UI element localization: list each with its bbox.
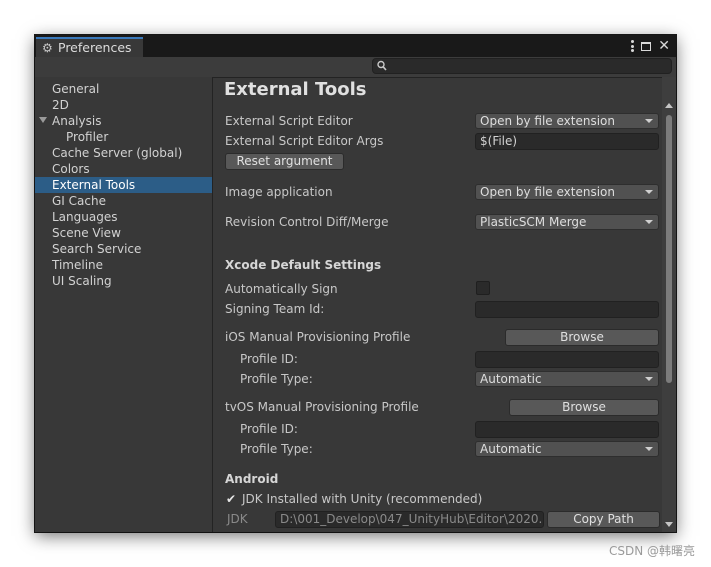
dropdown-value: Automatic — [480, 372, 542, 386]
toolbar — [35, 57, 676, 78]
sidebar-item-timeline[interactable]: Timeline — [35, 257, 212, 273]
jdk-installed-checkbox[interactable]: ✔ — [224, 492, 238, 506]
reset-argument-button[interactable]: Reset argument — [225, 153, 344, 170]
maximize-icon[interactable] — [641, 41, 652, 51]
sidebar-item-search-service[interactable]: Search Service — [35, 241, 212, 257]
chevron-down-icon — [645, 220, 653, 224]
image-application-label: Image application — [225, 185, 333, 199]
android-heading: Android — [225, 472, 279, 486]
automatically-sign-label: Automatically Sign — [225, 282, 338, 296]
external-script-editor-args-label: External Script Editor Args — [225, 134, 384, 148]
window-controls: ✕ — [631, 38, 670, 54]
signing-team-id-field[interactable] — [475, 301, 659, 318]
signing-team-id-label: Signing Team Id: — [225, 302, 325, 316]
external-script-editor-dropdown[interactable]: Open by file extension — [475, 113, 659, 129]
close-icon[interactable]: ✕ — [658, 39, 670, 53]
revision-control-dropdown[interactable]: PlasticSCM Merge — [475, 214, 659, 230]
jdk-label: JDK — [227, 512, 248, 526]
copy-path-button[interactable]: Copy Path — [547, 511, 660, 528]
dropdown-value: Open by file extension — [480, 114, 615, 128]
search-icon — [377, 60, 387, 71]
image-application-dropdown[interactable]: Open by file extension — [475, 184, 659, 200]
automatically-sign-checkbox[interactable] — [476, 281, 490, 295]
sidebar-item-ui-scaling[interactable]: UI Scaling — [35, 273, 212, 289]
sidebar: General 2D Analysis Profiler Cache Serve… — [35, 77, 213, 532]
sidebar-item-analysis[interactable]: Analysis — [35, 113, 212, 129]
chevron-down-icon — [645, 447, 653, 451]
ios-provisioning-label: iOS Manual Provisioning Profile — [225, 330, 411, 344]
revision-control-label: Revision Control Diff/Merge — [225, 215, 389, 229]
scroll-down-arrow-icon[interactable] — [665, 522, 673, 527]
ios-profile-type-dropdown[interactable]: Automatic — [475, 371, 659, 387]
ios-browse-button[interactable]: Browse — [505, 329, 659, 346]
ios-profile-type-label: Profile Type: — [240, 372, 313, 386]
sidebar-item-2d[interactable]: 2D — [35, 97, 212, 113]
external-script-editor-args-field[interactable]: $(File) — [475, 133, 659, 150]
dropdown-value: Open by file extension — [480, 185, 615, 199]
preferences-window: ⚙ Preferences ✕ General 2D Analysis Profi… — [35, 35, 676, 532]
tvos-browse-button[interactable]: Browse — [509, 399, 659, 416]
chevron-down-icon — [645, 119, 653, 123]
tvos-profile-type-label: Profile Type: — [240, 442, 313, 456]
preferences-tab[interactable]: ⚙ Preferences — [36, 37, 143, 57]
watermark: CSDN @韩曙亮 — [608, 544, 695, 558]
gear-icon: ⚙ — [42, 41, 53, 55]
dropdown-value: Automatic — [480, 442, 542, 456]
tvos-profile-id-field[interactable] — [475, 421, 659, 438]
sidebar-item-general[interactable]: General — [35, 81, 212, 97]
sidebar-item-cache-server[interactable]: Cache Server (global) — [35, 145, 212, 161]
ios-profile-id-field[interactable] — [475, 351, 659, 368]
xcode-settings-heading: Xcode Default Settings — [225, 258, 382, 272]
chevron-down-icon — [645, 190, 653, 194]
sidebar-item-label: Analysis — [52, 114, 102, 128]
dropdown-value: PlasticSCM Merge — [480, 215, 587, 229]
tab-title: Preferences — [58, 40, 132, 55]
external-script-editor-label: External Script Editor — [225, 114, 353, 128]
more-options-icon[interactable] — [631, 40, 635, 52]
sidebar-item-profiler[interactable]: Profiler — [35, 129, 212, 145]
tvos-profile-type-dropdown[interactable]: Automatic — [475, 441, 659, 457]
foldout-arrow-icon[interactable] — [39, 117, 47, 123]
sidebar-item-languages[interactable]: Languages — [35, 209, 212, 225]
tvos-provisioning-label: tvOS Manual Provisioning Profile — [225, 400, 419, 414]
chevron-down-icon — [645, 377, 653, 381]
sidebar-item-colors[interactable]: Colors — [35, 161, 212, 177]
jdk-installed-label: JDK Installed with Unity (recommended) — [242, 492, 483, 506]
title-bar: ⚙ Preferences ✕ — [35, 35, 676, 57]
tvos-profile-id-label: Profile ID: — [240, 422, 298, 436]
vertical-scrollbar[interactable] — [662, 77, 676, 532]
scroll-up-arrow-icon[interactable] — [665, 103, 673, 108]
sidebar-item-external-tools[interactable]: External Tools — [35, 177, 212, 193]
settings-panel: External Tools External Script Editor Op… — [213, 77, 662, 532]
jdk-path-field: D:\001_Develop\047_UnityHub\Editor\2020.… — [275, 511, 544, 528]
search-input[interactable] — [372, 58, 672, 74]
sidebar-item-gi-cache[interactable]: GI Cache — [35, 193, 212, 209]
scrollbar-thumb[interactable] — [666, 115, 672, 383]
ios-profile-id-label: Profile ID: — [240, 352, 298, 366]
page-title: External Tools — [224, 79, 367, 100]
sidebar-item-scene-view[interactable]: Scene View — [35, 225, 212, 241]
